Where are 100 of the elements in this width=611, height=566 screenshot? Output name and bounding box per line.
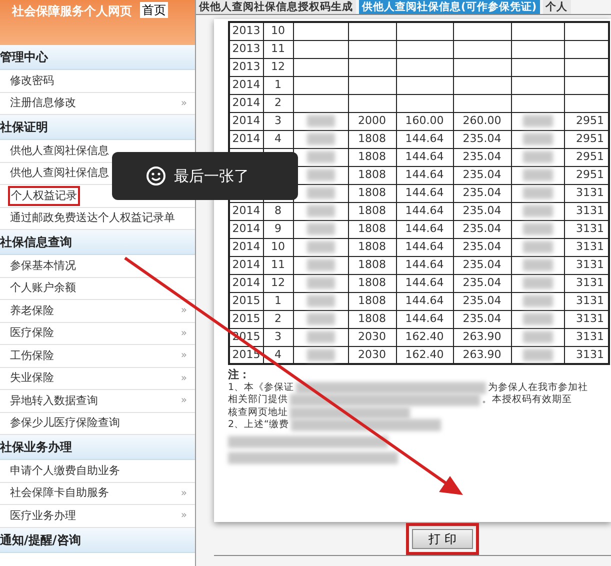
blurred-area bbox=[522, 331, 552, 343]
section-header: 社保信息查询 bbox=[0, 230, 195, 255]
table-cell: 2014 bbox=[232, 96, 260, 109]
menu-item[interactable]: 社会保障卡自助服务 » bbox=[0, 482, 195, 505]
table-cell: 11 bbox=[271, 258, 285, 271]
blurred-area bbox=[306, 115, 334, 127]
table-cell: 144.64 bbox=[405, 258, 444, 271]
blurred-area bbox=[306, 348, 334, 361]
table-cell: 263.90 bbox=[462, 330, 502, 343]
note-text: 。本授权码有效期至 bbox=[482, 394, 572, 406]
table-cell: 1808 bbox=[358, 204, 386, 217]
blurred-area bbox=[522, 187, 552, 199]
table-cell: 3131 bbox=[576, 240, 604, 253]
print-button[interactable]: 打 印 bbox=[412, 528, 474, 548]
table-cell: 235.04 bbox=[462, 150, 502, 163]
table-cell: 3131 bbox=[576, 348, 604, 360]
table-cell: 3131 bbox=[576, 330, 604, 343]
menu-item-label: 工伤保险 bbox=[10, 348, 54, 364]
table-cell: 2030 bbox=[358, 330, 386, 343]
table-cell: 144.64 bbox=[405, 204, 444, 217]
blurred-area bbox=[306, 241, 334, 253]
home-button[interactable]: 首页 bbox=[140, 2, 168, 18]
submenu-mark: » bbox=[180, 96, 187, 111]
table-cell: 2013 bbox=[232, 60, 260, 73]
blurred-area bbox=[522, 348, 552, 361]
table-cell: 2014 bbox=[232, 204, 260, 217]
menu-item-label: 失业保险 bbox=[10, 370, 54, 386]
table-cell: 3131 bbox=[576, 222, 604, 235]
menu-item-label: 医疗保险 bbox=[10, 325, 54, 341]
menu-item[interactable]: 修改密码 bbox=[0, 70, 195, 92]
table-cell: 235.04 bbox=[462, 222, 502, 235]
tab[interactable]: 个人 bbox=[542, 0, 571, 14]
table-cell: 2014 bbox=[232, 240, 260, 253]
table-cell: 2014 bbox=[232, 276, 260, 289]
note-text: 核查网页地址 bbox=[228, 406, 288, 419]
menu-item[interactable]: 异地转入数据查询 » bbox=[0, 390, 195, 412]
menu-item-label: 社会保障卡自助服务 bbox=[10, 485, 109, 501]
blurred-area bbox=[522, 313, 552, 325]
menu-item[interactable]: 工伤保险 » bbox=[0, 345, 195, 368]
table-cell: 3 bbox=[274, 114, 282, 127]
menu-item-label: 个人账户余额 bbox=[10, 280, 76, 296]
notes-title: 注： bbox=[228, 369, 251, 382]
table-cell: 2 bbox=[274, 96, 282, 109]
blurred-area bbox=[306, 187, 334, 199]
site-title: 社会保障服务个人网页 bbox=[12, 3, 132, 20]
blurred-area bbox=[522, 259, 552, 271]
menu-item-label: 供他人查阅社保信息 bbox=[10, 142, 109, 158]
blurred-area bbox=[306, 205, 334, 217]
table-cell: 2951 bbox=[576, 150, 604, 163]
table-cell: 12 bbox=[271, 276, 285, 289]
menu-item-label: 供他人查阅社保信息 bbox=[10, 165, 109, 181]
menu-item-label: 申请个人缴费自助业务 bbox=[10, 462, 120, 478]
table-cell: 144.64 bbox=[405, 294, 444, 307]
table-cell: 235.04 bbox=[462, 294, 502, 307]
menu-item[interactable]: 医疗保险 » bbox=[0, 322, 195, 345]
menu-item[interactable]: 个人权益记录 bbox=[0, 185, 195, 208]
menu-item[interactable]: 申请个人缴费自助业务 bbox=[0, 460, 195, 482]
table-cell: 144.64 bbox=[405, 132, 444, 145]
table-cell: 3 bbox=[274, 330, 282, 343]
submenu-mark: » bbox=[180, 486, 187, 501]
table-cell: 8 bbox=[274, 204, 282, 217]
table-cell: 2000 bbox=[358, 114, 386, 127]
table-cell: 1808 bbox=[358, 132, 386, 145]
blurred-area bbox=[522, 205, 552, 217]
section-header: 社保业务办理 bbox=[0, 435, 195, 460]
menu-item[interactable]: 参保基本情况 bbox=[0, 255, 195, 278]
table-cell: 3131 bbox=[576, 204, 604, 217]
table-cell: 235.04 bbox=[462, 240, 502, 253]
menu-item-label: 参保少儿医疗保险查询 bbox=[10, 415, 120, 431]
table-cell: 1 bbox=[274, 294, 282, 307]
table-cell: 11 bbox=[271, 42, 285, 55]
blurred-area bbox=[306, 331, 334, 343]
blurred-area bbox=[306, 277, 334, 289]
table-cell: 263.90 bbox=[462, 348, 502, 360]
menu-item[interactable]: 个人账户余额 bbox=[0, 278, 195, 300]
table-cell: 1808 bbox=[358, 222, 386, 235]
table-cell: 162.40 bbox=[405, 330, 444, 343]
menu-item[interactable]: 养老保险 » bbox=[0, 300, 195, 322]
menu-item[interactable]: 失业保险 » bbox=[0, 368, 195, 390]
menu-item-label: 医疗业务办理 bbox=[10, 508, 76, 524]
table-cell: 144.64 bbox=[405, 150, 444, 163]
table-cell: 2014 bbox=[232, 222, 260, 235]
table-cell: 3131 bbox=[576, 258, 604, 271]
menu-item-label: 修改密码 bbox=[10, 72, 54, 88]
blurred-area bbox=[522, 223, 552, 235]
tab[interactable]: 供他人查阅社保信息授权码生成 bbox=[196, 0, 356, 14]
table-cell: 2014 bbox=[232, 132, 260, 145]
menu-item-label: 注册信息修改 bbox=[10, 95, 76, 111]
table-cell: 2013 bbox=[232, 42, 260, 55]
table-cell: 1808 bbox=[358, 258, 386, 271]
blurred-area bbox=[306, 169, 334, 181]
table-cell: 3131 bbox=[576, 276, 604, 289]
table-cell: 144.64 bbox=[405, 222, 444, 235]
blurred-area bbox=[306, 223, 334, 235]
blurred-area bbox=[306, 313, 334, 325]
table-cell: 260.00 bbox=[462, 114, 502, 127]
note-text: 相关部门提供 bbox=[228, 394, 288, 406]
tab[interactable]: 供他人查阅社保信息(可作参保凭证) bbox=[359, 0, 540, 14]
table-cell: 2014 bbox=[232, 78, 260, 91]
table-cell: 144.64 bbox=[405, 168, 444, 181]
